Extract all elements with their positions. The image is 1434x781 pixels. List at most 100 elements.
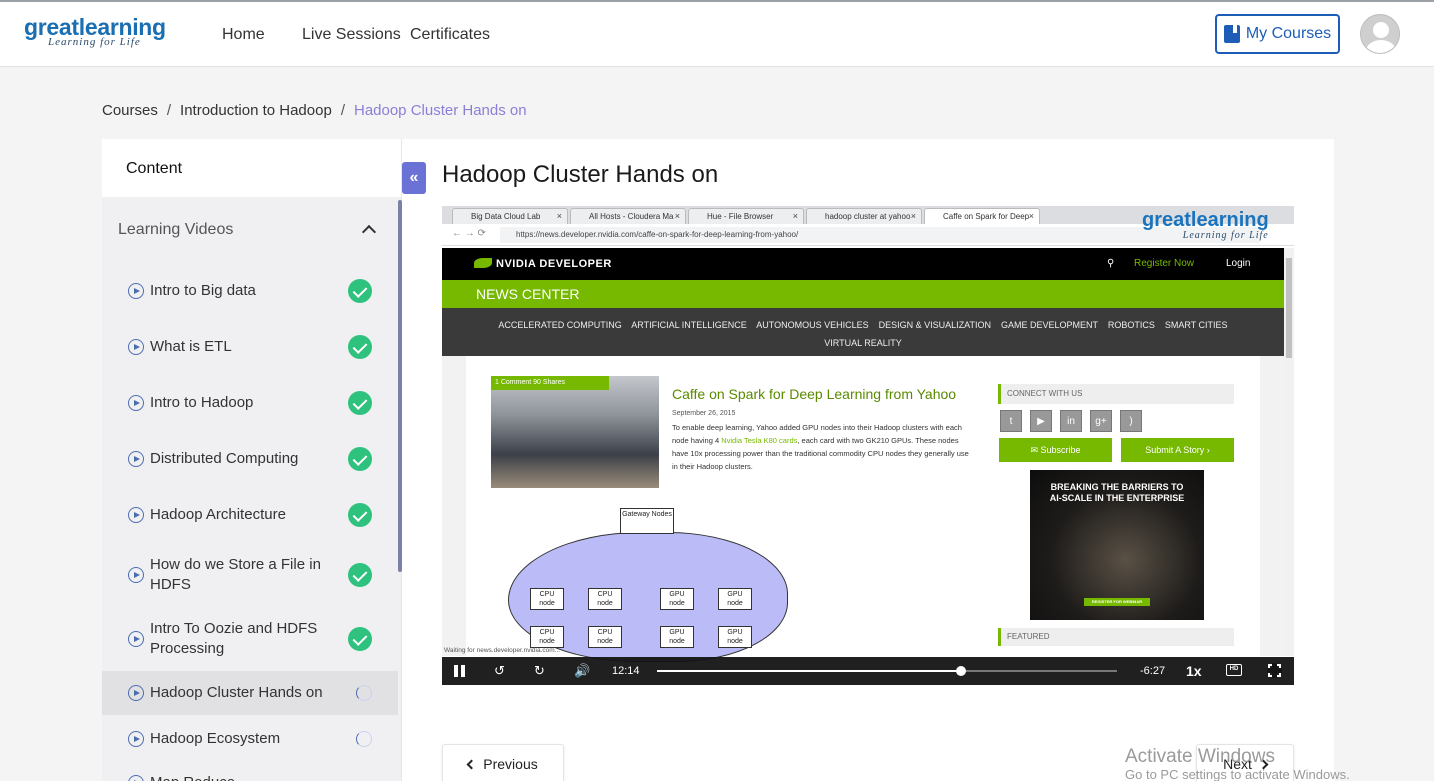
breadcrumb-current: Hadoop Cluster Hands on: [353, 102, 527, 119]
breadcrumb-courses[interactable]: Courses: [102, 102, 158, 119]
sidebar-item-label: Hadoop Cluster Hands on: [150, 684, 323, 701]
content-sidebar: Content Learning Videos Intro to Big dat…: [102, 139, 402, 781]
fullscreen-icon[interactable]: [1267, 663, 1282, 678]
play-circle-icon: [128, 775, 144, 781]
submit-story-button: Submit A Story ›: [1121, 438, 1234, 462]
search-icon: ⚲: [1107, 258, 1115, 269]
browser-tab: hadoop cluster at yahoo ×: [806, 208, 922, 224]
sidebar-item-label: Map Reduce: [150, 773, 330, 781]
sidebar-item-label: Intro to Hadoop: [150, 394, 254, 411]
browser-scrollbar: [1284, 248, 1294, 656]
seek-handle[interactable]: [955, 666, 966, 676]
browser-tab-active: Caffe on Spark for Deep ×: [924, 208, 1040, 224]
site-header: greatlearning Learning for Life Home Liv…: [0, 2, 1434, 67]
check-circle-icon: [348, 335, 372, 359]
learning-videos-section: Learning Videos Intro to Big data What i…: [102, 197, 401, 781]
breadcrumb-course[interactable]: Introduction to Hadoop: [180, 102, 332, 119]
nav-certificates[interactable]: Certificates: [410, 26, 490, 44]
hd-icon[interactable]: HD: [1226, 664, 1242, 676]
user-avatar[interactable]: [1360, 14, 1400, 54]
play-circle-icon: [128, 395, 144, 411]
category-nav: ACCELERATED COMPUTING ARTIFICIAL INTELLI…: [442, 308, 1284, 356]
breadcrumb: Courses / Introduction to Hadoop / Hadoo…: [102, 102, 527, 119]
gpu-node: GPU node: [660, 588, 694, 610]
breadcrumb-separator: /: [340, 102, 345, 119]
sidebar-item[interactable]: Intro To Oozie and HDFS Processing: [102, 617, 398, 661]
collapse-sidebar-button[interactable]: «: [402, 162, 426, 194]
youtube-icon: ▶: [1030, 410, 1052, 432]
greatlearning-logo[interactable]: greatlearning Learning for Life: [24, 15, 166, 48]
login-link: Login: [1226, 258, 1251, 269]
sidebar-item-label: Hadoop Ecosystem: [150, 730, 281, 747]
nav-home[interactable]: Home: [222, 26, 265, 44]
linkedin-icon: in: [1060, 410, 1082, 432]
volume-icon[interactable]: 🔊: [574, 663, 590, 679]
connect-heading: CONNECT WITH US: [998, 384, 1234, 404]
sidebar-item[interactable]: How do we Store a File in HDFS: [102, 553, 398, 597]
my-courses-label: My Courses: [1245, 25, 1332, 42]
sidebar-item-label: Hadoop Architecture: [150, 506, 286, 523]
windows-activation-watermark: Activate Windows Go to PC settings to ac…: [1125, 746, 1350, 781]
sidebar-item[interactable]: Hadoop Architecture: [102, 499, 398, 531]
sidebar-item[interactable]: Hadoop Ecosystem: [102, 723, 398, 755]
sidebar-item-label: Intro To Oozie and HDFS Processing: [150, 620, 318, 657]
remaining-time: -6:27: [1140, 665, 1166, 677]
greatlearning-watermark: greatlearning Learning for Life: [1142, 209, 1269, 241]
section-title[interactable]: Learning Videos: [118, 221, 233, 239]
sidebar-item[interactable]: Intro to Big data: [102, 275, 398, 307]
play-circle-icon: [128, 567, 144, 583]
my-courses-button[interactable]: My Courses: [1215, 14, 1340, 54]
sidebar-item[interactable]: Intro to Hadoop: [102, 387, 398, 419]
rewind-icon[interactable]: ↺: [494, 663, 505, 679]
play-circle-icon: [128, 339, 144, 355]
play-circle-icon: [128, 451, 144, 467]
sidebar-item[interactable]: What is ETL: [102, 331, 398, 363]
check-circle-icon: [348, 503, 372, 527]
pause-icon[interactable]: [454, 665, 466, 677]
player-controls: ↺ ↻ 🔊 12:14 -6:27 1x HD: [442, 657, 1294, 685]
play-circle-icon: [128, 685, 144, 701]
news-center-bar: NEWS CENTER: [442, 280, 1284, 308]
sidebar-item[interactable]: Map Reduce: [102, 767, 398, 781]
playback-speed[interactable]: 1x: [1186, 663, 1202, 679]
video-player[interactable]: Big Data Cloud Lab × All Hosts - Cloudera…: [442, 206, 1294, 685]
check-circle-icon: [348, 279, 372, 303]
check-circle-icon: [348, 447, 372, 471]
server-rack-image: [491, 376, 659, 488]
play-circle-icon: [128, 631, 144, 647]
book-icon: [1223, 25, 1240, 43]
browser-status-text: Waiting for news.developer.nvidia.com...: [444, 647, 561, 654]
sidebar-item-current[interactable]: Hadoop Cluster Hands on: [102, 671, 398, 715]
sidebar-item-label: Intro to Big data: [150, 282, 256, 299]
register-link: Register Now: [1134, 258, 1195, 269]
cpu-node: CPU node: [588, 626, 622, 648]
cpu-node: CPU node: [530, 588, 564, 610]
sidebar-item-label: What is ETL: [150, 338, 232, 355]
subscribe-button: ✉ Subscribe: [999, 438, 1112, 462]
check-circle-icon: [348, 391, 372, 415]
browser-tab: All Hosts - Cloudera Ma ×: [570, 208, 686, 224]
googleplus-icon: g+: [1090, 410, 1112, 432]
nav-live-sessions[interactable]: Live Sessions: [302, 26, 401, 44]
article-date: September 26, 2015: [672, 410, 736, 417]
sidebar-item[interactable]: Distributed Computing: [102, 443, 398, 475]
play-circle-icon: [128, 731, 144, 747]
featured-heading: FEATURED: [998, 628, 1234, 646]
sidebar-item-label: How do we Store a File in HDFS: [150, 556, 321, 593]
progress-circle-icon: [356, 731, 372, 747]
rss-icon: ): [1120, 410, 1142, 432]
browser-tab: Hue - File Browser ×: [688, 208, 804, 224]
play-circle-icon: [128, 283, 144, 299]
lesson-title: Hadoop Cluster Hands on: [442, 161, 719, 188]
previous-label: Previous: [483, 756, 538, 772]
article-title: Caffe on Spark for Deep Learning from Ya…: [672, 386, 957, 402]
gateway-node: Gateway Nodes: [620, 508, 674, 534]
gpu-node: GPU node: [718, 626, 752, 648]
previous-button[interactable]: Previous: [442, 744, 564, 781]
forward-icon[interactable]: ↻: [534, 663, 545, 679]
cpu-node: CPU node: [530, 626, 564, 648]
seek-bar[interactable]: [657, 666, 1117, 676]
advertisement: BREAKING THE BARRIERS TO AI-SCALE IN THE…: [1030, 470, 1204, 620]
cpu-node: CPU node: [588, 588, 622, 610]
chevron-left-icon: [466, 759, 477, 769]
